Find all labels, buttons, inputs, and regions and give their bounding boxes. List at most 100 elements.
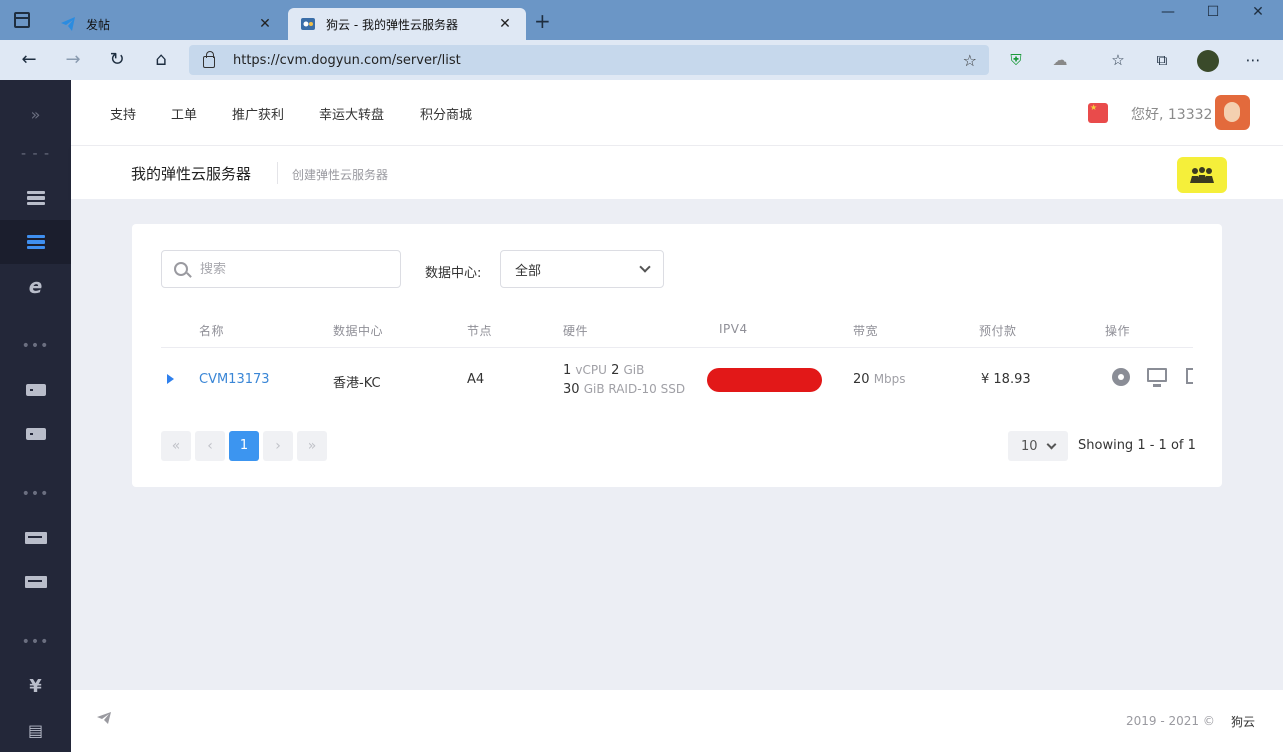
page-title: 我的弹性云服务器 xyxy=(131,165,252,183)
datacenter-select[interactable]: 全部 xyxy=(500,250,664,288)
url-text[interactable]: https://cvm.dogyun.com/server/list xyxy=(233,53,461,68)
china-flag-icon[interactable] xyxy=(1088,103,1108,123)
top-navigation: 支持 工单 推广获利 幸运大转盘 积分商城 您好, 13332 xyxy=(71,80,1283,146)
cloud-extension-icon[interactable]: ☁ xyxy=(1050,50,1070,70)
ram-unit: GiB xyxy=(623,363,645,377)
per-page-select[interactable]: 10 xyxy=(1008,431,1068,461)
dogyun-icon xyxy=(300,16,316,32)
create-server-link[interactable]: 创建弹性云服务器 xyxy=(292,166,388,183)
favorite-add-icon[interactable]: ☆ xyxy=(963,51,977,70)
nav-link-support[interactable]: 支持 xyxy=(110,104,136,123)
search-box[interactable] xyxy=(161,250,401,288)
column-header-name[interactable]: 名称 xyxy=(199,322,224,339)
telegram-icon xyxy=(60,16,76,32)
server-bandwidth: 20 Mbps xyxy=(853,372,906,387)
close-tab-icon[interactable]: ✕ xyxy=(496,16,514,32)
sidebar-item-document-icon[interactable]: ▤ xyxy=(0,708,71,752)
minimize-button[interactable]: — xyxy=(1145,4,1191,20)
new-tab-button[interactable]: + xyxy=(534,11,551,31)
tab-title: 狗云 - 我的弹性云服务器 xyxy=(326,17,458,32)
footer: 2019 - 2021 © 狗云 xyxy=(71,690,1283,752)
home-icon[interactable]: ⌂ xyxy=(147,48,175,72)
back-icon[interactable]: ← xyxy=(15,48,43,72)
ram-amount: 2 xyxy=(611,363,620,378)
expand-row-icon[interactable] xyxy=(167,374,174,384)
close-tab-icon[interactable]: ✕ xyxy=(256,16,274,32)
server-disk: 30 GiB RAID-10 SSD xyxy=(563,382,685,397)
server-name-link[interactable]: CVM13173 xyxy=(199,372,270,387)
community-icon[interactable] xyxy=(1177,157,1227,193)
column-header-hardware[interactable]: 硬件 xyxy=(563,322,588,339)
sidebar-item-yen-icon[interactable]: ¥ xyxy=(0,664,71,708)
browser-tab-active[interactable]: 狗云 - 我的弹性云服务器 ✕ xyxy=(288,8,526,40)
pagination: « ‹ 1 › » xyxy=(161,431,327,461)
prev-page-icon[interactable]: ‹ xyxy=(195,431,225,461)
telegram-icon[interactable] xyxy=(97,712,111,728)
address-bar[interactable]: https://cvm.dogyun.com/server/list ☆ xyxy=(189,45,989,75)
shield-extension-icon[interactable]: ⛨ xyxy=(1006,50,1026,70)
sidebar-item-cloud-server-icon[interactable] xyxy=(0,220,71,264)
expand-sidebar-icon[interactable]: » xyxy=(0,92,71,136)
avatar[interactable] xyxy=(1215,95,1250,130)
profile-avatar[interactable] xyxy=(1197,50,1219,72)
table-header: 名称 数据中心 节点 硬件 IPV4 带宽 预付款 操作 xyxy=(161,320,1193,348)
column-header-bandwidth[interactable]: 带宽 xyxy=(853,322,878,339)
search-input[interactable] xyxy=(200,261,380,277)
lock-icon[interactable] xyxy=(203,51,215,68)
nav-link-affiliate[interactable]: 推广获利 xyxy=(232,104,284,123)
column-header-prepaid[interactable]: 预付款 xyxy=(979,322,1017,339)
browser-toolbar: ← → ↻ ⌂ https://cvm.dogyun.com/server/li… xyxy=(0,40,1283,80)
nav-link-points-store[interactable]: 积分商城 xyxy=(420,104,472,123)
disk-amount: 30 xyxy=(563,382,580,397)
showing-count: Showing 1 - 1 of 1 xyxy=(1078,438,1196,453)
column-header-datacenter[interactable]: 数据中心 xyxy=(333,322,383,339)
server-cpu-ram: 1 vCPU 2 GiB xyxy=(563,363,644,378)
page-number-current[interactable]: 1 xyxy=(229,431,259,461)
disk-unit: GiB RAID-10 SSD xyxy=(583,382,686,396)
sidebar-item-server-icon[interactable] xyxy=(0,176,71,220)
separator-dots: ••• xyxy=(21,486,50,502)
server-datacenter: 香港-KC xyxy=(333,376,381,391)
server-list-card: 数据中心: 全部 名称 数据中心 节点 硬件 IPV4 带宽 预付款 操作 CV… xyxy=(132,224,1222,487)
favorites-icon[interactable]: ☆ xyxy=(1108,50,1128,70)
more-menu-icon[interactable]: ⋯ xyxy=(1243,50,1263,70)
sidebar-item-ie-icon[interactable]: e xyxy=(0,264,71,308)
page-header: 我的弹性云服务器 创建弹性云服务器 xyxy=(71,146,1283,199)
tab-title: 发帖 xyxy=(86,17,111,32)
cpu-count: 1 xyxy=(563,363,572,378)
sidebar-item-card-icon[interactable] xyxy=(0,516,71,560)
refresh-icon[interactable]: ↻ xyxy=(103,48,131,72)
first-page-icon[interactable]: « xyxy=(161,431,191,461)
next-page-icon[interactable]: › xyxy=(263,431,293,461)
collections-icon[interactable]: ⧉ xyxy=(1152,50,1172,70)
forward-icon[interactable]: → xyxy=(59,48,87,72)
maximize-button[interactable]: ☐ xyxy=(1190,4,1236,20)
nav-link-lucky-wheel[interactable]: 幸运大转盘 xyxy=(319,104,384,123)
column-header-node[interactable]: 节点 xyxy=(467,322,492,339)
browser-tab-inactive[interactable]: 发帖 ✕ xyxy=(48,8,286,40)
chevron-down-icon xyxy=(639,261,651,273)
tab-actions-icon[interactable] xyxy=(14,12,30,28)
nav-link-tickets[interactable]: 工单 xyxy=(171,104,197,123)
main-content: 数据中心: 全部 名称 数据中心 节点 硬件 IPV4 带宽 预付款 操作 CV… xyxy=(71,199,1283,690)
search-icon xyxy=(174,262,188,276)
close-window-button[interactable]: ✕ xyxy=(1235,4,1281,20)
column-header-ipv4[interactable]: IPV4 xyxy=(719,322,748,336)
header-divider xyxy=(277,162,278,184)
sidebar-item-disk-icon[interactable] xyxy=(0,412,71,456)
separator-dots: ••• xyxy=(21,338,50,354)
browser-tab-bar: 发帖 ✕ 狗云 - 我的弹性云服务器 ✕ + — ☐ ✕ xyxy=(0,0,1283,40)
sidebar-item-disk-icon[interactable] xyxy=(0,368,71,412)
sidebar: » - - - e ••• ••• ••• ¥ ▤ xyxy=(0,80,71,752)
delete-trash-icon[interactable] xyxy=(1186,368,1193,384)
last-page-icon[interactable]: » xyxy=(297,431,327,461)
settings-gear-icon[interactable] xyxy=(1112,368,1130,386)
user-greeting[interactable]: 您好, 13332 xyxy=(1131,104,1212,124)
sidebar-item-card-icon[interactable] xyxy=(0,560,71,604)
per-page-value: 10 xyxy=(1021,438,1038,454)
console-monitor-icon[interactable] xyxy=(1147,368,1167,387)
table-row: CVM13173 香港-KC A4 1 vCPU 2 GiB 30 GiB RA… xyxy=(161,348,1193,412)
brand-link[interactable]: 狗云 xyxy=(1231,713,1255,730)
bandwidth-value: 20 xyxy=(853,372,870,387)
chevron-down-icon xyxy=(1046,439,1056,449)
